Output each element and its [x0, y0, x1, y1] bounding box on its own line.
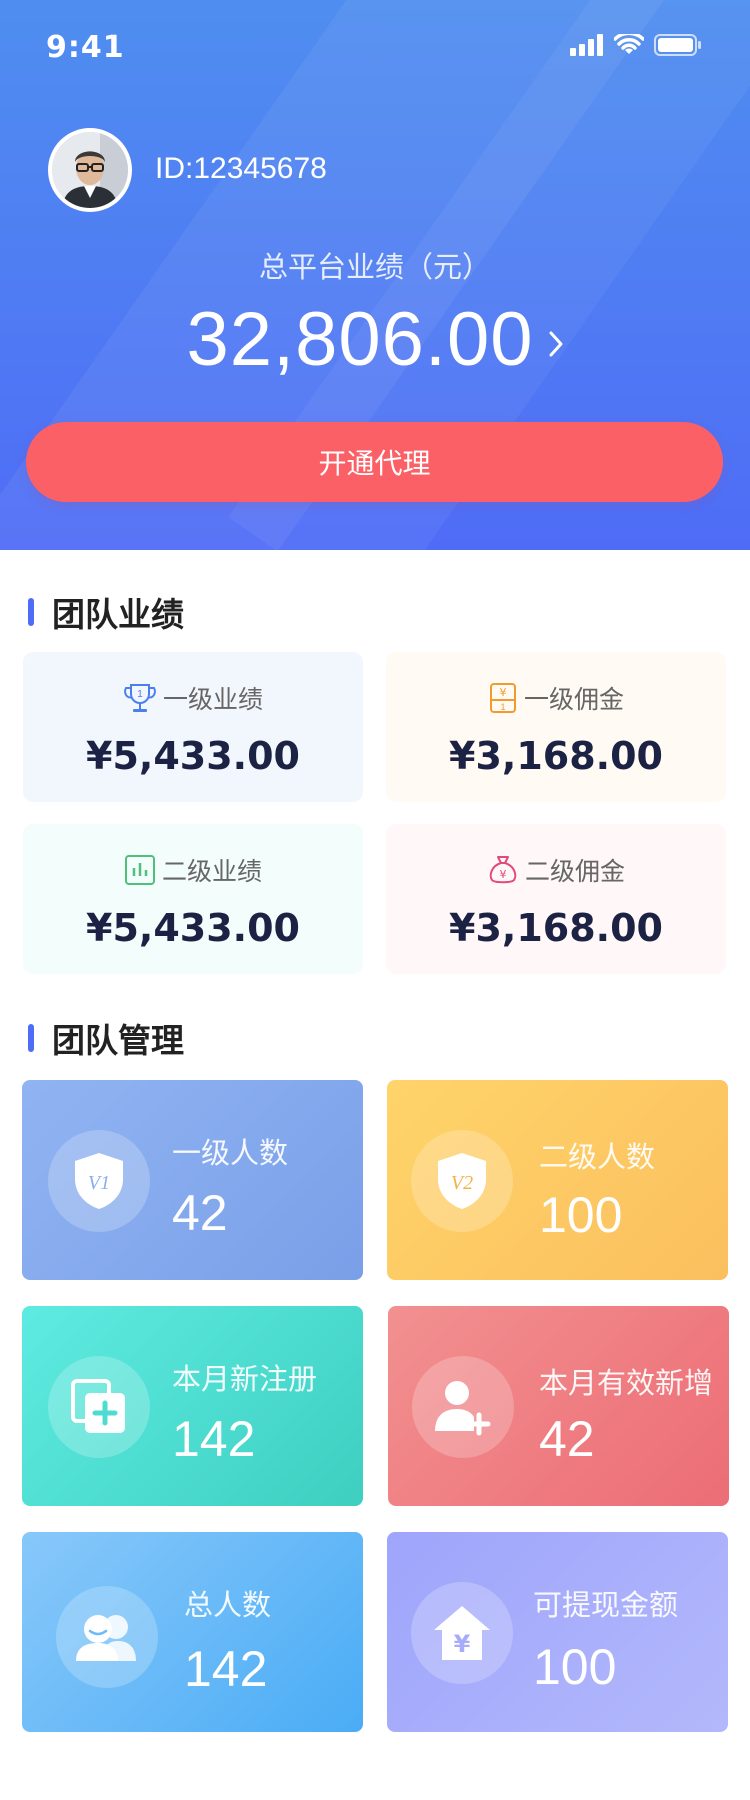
card-label: 一级人数 — [172, 1136, 289, 1170]
level1-commission-card[interactable]: ¥ 1 一级佣金 ¥3,168.00 — [386, 652, 726, 802]
section-title: 团队管理 — [52, 1021, 184, 1060]
card-value: 100 — [539, 1187, 623, 1243]
withdrawable-amount-card[interactable]: ¥ 可提现金额 100 — [387, 1532, 728, 1732]
team-performance-header: 团队业绩 — [28, 588, 184, 636]
svg-text:¥: ¥ — [499, 868, 506, 881]
monthly-valid-additions-card[interactable]: 本月有效新增 42 — [388, 1306, 729, 1506]
header-banner: 9:41 ID:12345678 总平台业绩（元） 32,806.00 开通代理 — [0, 0, 750, 550]
status-bar: 9:41 — [0, 0, 750, 96]
level2-performance-card[interactable]: 二级业绩 ¥5,433.00 — [23, 824, 363, 974]
trophy-icon: 1 — [124, 684, 156, 712]
yen-house-icon: ¥ — [434, 1606, 490, 1660]
svg-text:¥: ¥ — [454, 1630, 471, 1658]
monthly-registrations-card[interactable]: 本月新注册 142 — [22, 1306, 363, 1506]
total-members-card[interactable]: 总人数 142 — [22, 1532, 363, 1732]
battery-icon — [654, 34, 701, 56]
team-management-header: 团队管理 — [28, 1014, 184, 1062]
level2-members-card[interactable]: V2 二级人数 100 — [387, 1080, 728, 1280]
svg-text:V2: V2 — [451, 1172, 473, 1194]
card-value: 142 — [172, 1411, 256, 1467]
card-value: 142 — [184, 1641, 268, 1697]
add-user-icon — [435, 1381, 491, 1436]
total-performance-label: 总平台业绩（元） — [258, 250, 491, 284]
section-title: 团队业绩 — [52, 595, 184, 634]
svg-text:V1: V1 — [88, 1172, 110, 1194]
open-agent-button[interactable]: 开通代理 — [26, 422, 723, 502]
chevron-right-icon[interactable] — [548, 330, 564, 358]
card-label: 二级人数 — [539, 1140, 656, 1174]
card-value: 42 — [172, 1185, 228, 1241]
card-label: 一级业绩 — [162, 685, 263, 714]
signal-icon — [570, 34, 603, 56]
user-id: ID:12345678 — [155, 152, 327, 185]
user-photo-icon — [52, 132, 128, 208]
shield-v1-icon: V1 — [75, 1153, 123, 1209]
card-value: 100 — [533, 1639, 617, 1695]
card-value: ¥5,433.00 — [86, 734, 300, 778]
total-performance-value: 32,806.00 — [186, 297, 534, 382]
level1-performance-card[interactable]: 1 一级业绩 ¥5,433.00 — [23, 652, 363, 802]
card-label: 可提现金额 — [533, 1588, 679, 1622]
add-document-icon — [71, 1379, 125, 1433]
svg-text:¥: ¥ — [499, 686, 506, 699]
card-value: 42 — [539, 1411, 595, 1467]
card-value: ¥5,433.00 — [86, 906, 300, 950]
money-bag-icon: ¥ — [489, 856, 517, 884]
total-performance[interactable]: 32,806.00 — [0, 296, 750, 383]
level2-commission-card[interactable]: ¥ 二级佣金 ¥3,168.00 — [386, 824, 726, 974]
card-value: ¥3,168.00 — [449, 734, 663, 778]
level1-members-card[interactable]: V1 一级人数 42 — [22, 1080, 363, 1280]
avatar[interactable] — [48, 128, 132, 212]
card-label: 二级业绩 — [161, 857, 262, 886]
card-label: 本月有效新增 — [539, 1366, 714, 1400]
shield-v2-icon: V2 — [438, 1153, 486, 1209]
card-label: 本月新注册 — [172, 1362, 318, 1396]
status-time: 9:41 — [46, 30, 125, 65]
yen-box-icon: ¥ 1 — [489, 683, 516, 713]
wifi-icon — [614, 34, 644, 54]
bar-chart-icon — [124, 855, 155, 885]
card-label: 总人数 — [184, 1588, 272, 1622]
card-value: ¥3,168.00 — [449, 906, 663, 950]
svg-text:1: 1 — [137, 689, 143, 700]
card-label: 一级佣金 — [523, 685, 624, 714]
users-icon — [76, 1615, 136, 1661]
card-label: 二级佣金 — [524, 857, 625, 886]
svg-text:1: 1 — [500, 702, 505, 712]
